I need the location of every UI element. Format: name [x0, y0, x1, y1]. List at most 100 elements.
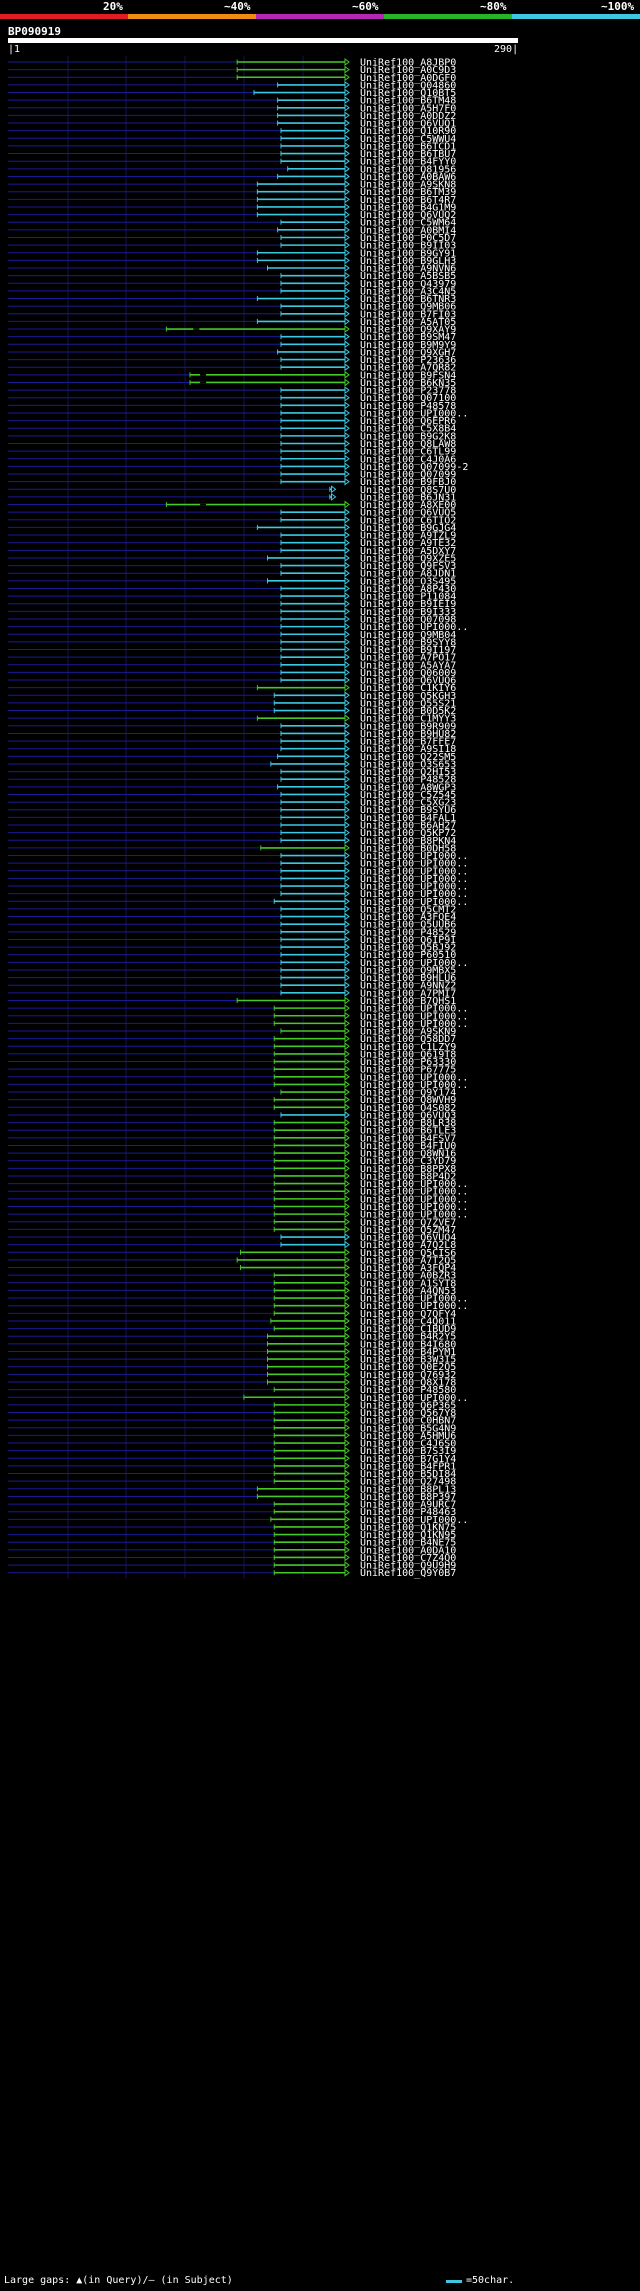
end-arrow-icon	[344, 1225, 350, 1234]
end-arrow-icon	[344, 1187, 350, 1196]
end-arrow-icon	[344, 88, 350, 97]
end-arrow-icon	[344, 1507, 350, 1516]
end-arrow-icon	[344, 1370, 350, 1379]
end-arrow-icon	[344, 714, 350, 723]
end-arrow-icon	[344, 279, 350, 288]
end-arrow-icon	[344, 103, 350, 112]
end-arrow-icon	[344, 1538, 350, 1547]
end-arrow-icon	[344, 1553, 350, 1562]
end-arrow-icon	[344, 1484, 350, 1493]
end-arrow-icon	[344, 965, 350, 974]
end-arrow-icon	[331, 492, 337, 501]
end-arrow-icon	[344, 935, 350, 944]
end-arrow-icon	[344, 988, 350, 997]
end-arrow-icon	[344, 157, 350, 166]
end-arrow-icon	[344, 1286, 350, 1295]
end-arrow-icon	[344, 401, 350, 410]
end-arrow-icon	[344, 1034, 350, 1043]
end-arrow-icon	[344, 927, 350, 936]
end-arrow-icon	[344, 767, 350, 776]
end-arrow-icon	[344, 1393, 350, 1402]
end-arrow-icon	[344, 592, 350, 601]
end-arrow-icon	[344, 523, 350, 532]
end-arrow-icon	[344, 1377, 350, 1386]
end-arrow-icon	[344, 1278, 350, 1287]
end-arrow-icon	[344, 256, 350, 265]
end-arrow-icon	[344, 676, 350, 685]
end-arrow-icon	[344, 1019, 350, 1028]
end-arrow-icon	[344, 637, 350, 646]
end-arrow-icon	[344, 607, 350, 616]
end-arrow-icon	[344, 821, 350, 829]
end-arrow-icon	[344, 737, 350, 746]
end-arrow-icon	[344, 645, 350, 654]
end-arrow-icon	[344, 1347, 350, 1356]
end-arrow-icon	[344, 195, 350, 204]
end-arrow-icon	[344, 622, 350, 631]
end-arrow-icon	[344, 424, 350, 433]
end-arrow-icon	[344, 1080, 350, 1089]
end-arrow-icon	[344, 546, 350, 555]
end-arrow-icon	[344, 1324, 350, 1333]
end-arrow-icon	[344, 904, 350, 913]
end-arrow-icon	[344, 1240, 350, 1249]
end-arrow-icon	[344, 1202, 350, 1211]
end-arrow-icon	[344, 1362, 350, 1371]
end-arrow-icon	[344, 141, 350, 150]
end-arrow-icon	[344, 1294, 350, 1303]
end-arrow-icon	[344, 447, 350, 456]
end-arrow-icon	[344, 1179, 350, 1188]
end-arrow-icon	[344, 1446, 350, 1455]
end-arrow-icon	[344, 584, 350, 593]
end-arrow-icon	[344, 653, 350, 662]
end-arrow-icon	[344, 668, 350, 677]
end-arrow-icon	[344, 1309, 350, 1318]
end-arrow-icon	[344, 416, 350, 425]
end-arrow-icon	[344, 439, 350, 448]
end-arrow-icon	[344, 134, 350, 143]
end-arrow-icon	[344, 729, 350, 738]
scale-swatch	[446, 2280, 462, 2283]
end-arrow-icon	[344, 1103, 350, 1112]
end-arrow-icon	[344, 790, 350, 799]
end-arrow-icon	[344, 1568, 350, 1577]
end-arrow-icon	[344, 752, 350, 761]
end-arrow-icon	[344, 363, 350, 372]
end-arrow-icon	[344, 264, 350, 273]
end-arrow-icon	[344, 1171, 350, 1180]
hit-label[interactable]: UniRef100_Q9Y0B7	[360, 1568, 456, 1579]
end-arrow-icon	[344, 943, 350, 952]
end-arrow-icon	[344, 1057, 350, 1066]
end-arrow-icon	[344, 164, 350, 173]
end-arrow-icon	[344, 340, 350, 349]
end-arrow-icon	[344, 225, 350, 234]
end-arrow-icon	[344, 470, 350, 479]
end-arrow-icon	[344, 1065, 350, 1074]
end-arrow-icon	[344, 302, 350, 311]
end-arrow-icon	[344, 1248, 350, 1257]
end-arrow-icon	[344, 1355, 350, 1364]
end-arrow-icon	[344, 65, 350, 74]
end-arrow-icon	[344, 950, 350, 959]
end-arrow-icon	[344, 798, 350, 807]
end-arrow-icon	[344, 233, 350, 242]
end-arrow-icon	[344, 454, 350, 463]
end-arrow-icon	[344, 1492, 350, 1501]
end-arrow-icon	[344, 1530, 350, 1539]
end-arrow-icon	[344, 920, 350, 929]
hit-row[interactable]: UniRef100_Q9Y0B7	[8, 1568, 456, 1579]
end-arrow-icon	[344, 1194, 350, 1203]
end-arrow-icon	[344, 859, 350, 868]
end-arrow-icon	[344, 393, 350, 402]
end-arrow-icon	[344, 569, 350, 578]
end-arrow-icon	[344, 149, 350, 158]
end-arrow-icon	[344, 1004, 350, 1013]
end-arrow-icon	[344, 1156, 350, 1165]
end-arrow-icon	[344, 1149, 350, 1158]
end-arrow-icon	[344, 1271, 350, 1280]
end-arrow-icon	[344, 1255, 350, 1264]
end-arrow-icon	[344, 1141, 350, 1150]
end-arrow-icon	[344, 1316, 350, 1325]
end-arrow-icon	[344, 1431, 350, 1440]
end-arrow-icon	[344, 1416, 350, 1425]
